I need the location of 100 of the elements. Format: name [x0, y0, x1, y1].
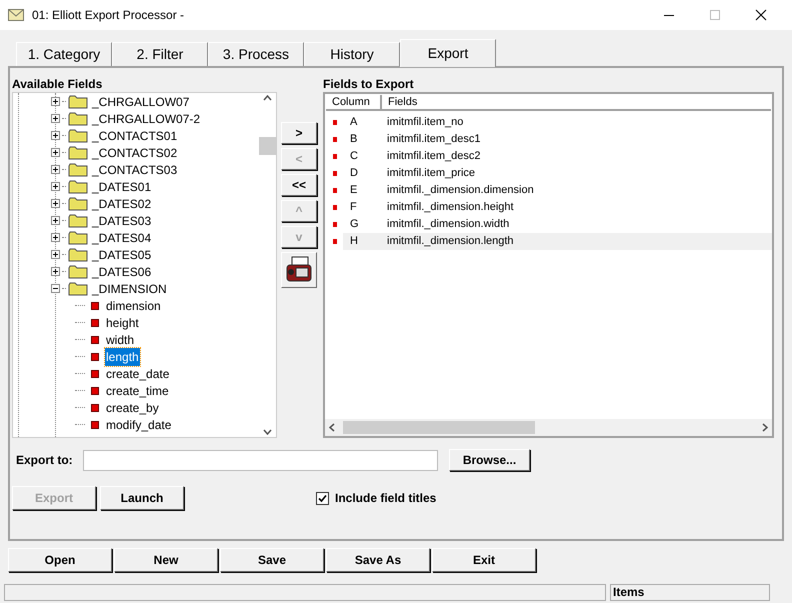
folder-icon	[68, 180, 88, 194]
push-button[interactable]: Open	[8, 548, 112, 572]
tree-item[interactable]: create_date	[105, 364, 170, 382]
tree-item[interactable]: _CONTACTS01	[92, 126, 178, 144]
tree-item[interactable]: modify_date	[105, 416, 172, 434]
tree-item[interactable]: _DATES05	[92, 246, 152, 264]
folder-icon	[68, 112, 88, 126]
tree-item[interactable]: _CONTACTS02	[92, 144, 178, 162]
tree-item[interactable]: _DATES03	[92, 212, 152, 230]
field-icon	[91, 370, 99, 378]
tree-item[interactable]: _DATES01	[92, 178, 152, 196]
tree-item[interactable]: _DATES02	[92, 194, 152, 212]
list-row[interactable]: C imitmfil.item_desc2	[343, 148, 772, 165]
table-cell-text: imitmfil._dimension.length	[387, 234, 514, 250]
list-row[interactable]: B imitmfil.item_desc1	[343, 131, 772, 148]
list-row[interactable]: D imitmfil.item_price	[343, 165, 772, 182]
expand-icon[interactable]	[51, 250, 60, 259]
table-cell-text: C	[349, 149, 359, 164]
export-path-field[interactable]	[83, 450, 438, 470]
scrollbar-thumb[interactable]	[343, 421, 535, 434]
expand-icon[interactable]	[51, 182, 60, 191]
folder-icon	[68, 146, 88, 160]
tab[interactable]: Export	[400, 39, 496, 67]
row-marker-icon	[333, 120, 337, 125]
tree-item[interactable]: _CHRGALLOW07-2	[92, 110, 200, 128]
list-row[interactable]: E imitmfil._dimension.dimension	[343, 182, 772, 199]
scroll-right-icon[interactable]	[762, 423, 768, 432]
printer-button[interactable]	[281, 252, 317, 288]
tree-item[interactable]: _DATES04	[92, 228, 152, 246]
status-panel: Items	[610, 584, 770, 601]
tab[interactable]: 2. Filter	[112, 42, 208, 66]
push-button[interactable]: Save	[220, 548, 324, 572]
expand-icon[interactable]	[51, 97, 60, 106]
tree-item[interactable]: create_time	[105, 382, 170, 400]
section-label: Available Fields	[12, 76, 104, 92]
folder-icon	[68, 214, 88, 228]
checkbox[interactable]	[316, 492, 329, 504]
row-marker-icon	[333, 222, 337, 227]
list-row[interactable]: G imitmfil._dimension.width	[343, 216, 772, 233]
row-marker-icon	[333, 171, 337, 176]
list-row[interactable]: A imitmfil.item_no	[343, 114, 772, 131]
tree-item[interactable]: create_by	[105, 398, 160, 416]
expand-icon[interactable]	[51, 131, 60, 140]
column-header[interactable]: Column	[326, 95, 382, 109]
push-button[interactable]: Save As	[326, 548, 430, 572]
tree-item[interactable]: _DIMENSION	[92, 280, 167, 298]
tree-item[interactable]: _CHRGALLOW07	[92, 92, 190, 110]
expand-icon[interactable]	[51, 233, 60, 242]
tab[interactable]: 3. Process	[208, 42, 304, 66]
tree-item[interactable]: _CONTACTS03	[92, 160, 178, 178]
row-marker-icon	[333, 188, 337, 193]
push-button[interactable]: New	[114, 548, 218, 572]
push-button[interactable]: >	[281, 122, 317, 144]
expand-icon[interactable]	[51, 114, 60, 123]
folder-icon	[68, 94, 88, 108]
folder-icon	[68, 282, 88, 296]
tab[interactable]: History	[304, 42, 400, 66]
list-row[interactable]: F imitmfil._dimension.height	[343, 199, 772, 216]
scrollbar[interactable]	[325, 419, 772, 436]
envelope-icon	[8, 9, 24, 21]
collapse-icon[interactable]	[51, 284, 60, 293]
scroll-left-icon[interactable]	[329, 423, 335, 432]
scroll-down-icon[interactable]	[263, 429, 272, 435]
folder-icon	[68, 128, 88, 142]
table-cell-text: imitmfil.item_desc2	[387, 149, 481, 164]
field-icon	[91, 318, 99, 326]
tree-item[interactable]: _DATES06	[92, 262, 152, 280]
tree-item[interactable]: length	[105, 348, 140, 366]
row-marker-icon	[333, 137, 337, 142]
push-button[interactable]: <<	[281, 174, 317, 196]
tree-item[interactable]: dimension	[105, 296, 162, 314]
folder-icon	[68, 230, 88, 244]
push-button[interactable]: Browse...	[449, 449, 530, 471]
expand-icon[interactable]	[51, 216, 60, 225]
scrollbar-thumb[interactable]	[259, 137, 276, 155]
table-cell-text: H	[349, 234, 359, 250]
tab[interactable]: 1. Category	[16, 42, 112, 66]
push-button[interactable]: Launch	[100, 486, 184, 510]
row-marker-icon	[333, 205, 337, 210]
section-label: Fields to Export	[323, 76, 415, 92]
scroll-up-icon[interactable]	[263, 95, 272, 101]
tree-item[interactable]: width	[105, 330, 136, 348]
table-cell-text: imitmfil.item_desc1	[387, 132, 481, 148]
folder-icon	[68, 248, 88, 262]
folder-icon	[68, 264, 88, 278]
table-cell-text: D	[349, 166, 359, 182]
scrollbar[interactable]	[259, 93, 276, 437]
column-header[interactable]: Fields	[382, 95, 771, 109]
expand-icon[interactable]	[51, 267, 60, 276]
table-cell-text: imitmfil._dimension.height	[387, 200, 514, 216]
field-icon	[91, 352, 99, 360]
folder-icon	[68, 162, 88, 176]
tree-item[interactable]: height	[105, 314, 140, 332]
list-row[interactable]: H imitmfil._dimension.length	[343, 233, 772, 250]
expand-icon[interactable]	[51, 199, 60, 208]
expand-icon[interactable]	[51, 148, 60, 157]
table-cell-text: F	[349, 200, 358, 216]
push-button[interactable]: Exit	[432, 548, 536, 572]
window-title: 01: Elliott Export Processor -	[32, 7, 184, 24]
expand-icon[interactable]	[51, 165, 60, 174]
